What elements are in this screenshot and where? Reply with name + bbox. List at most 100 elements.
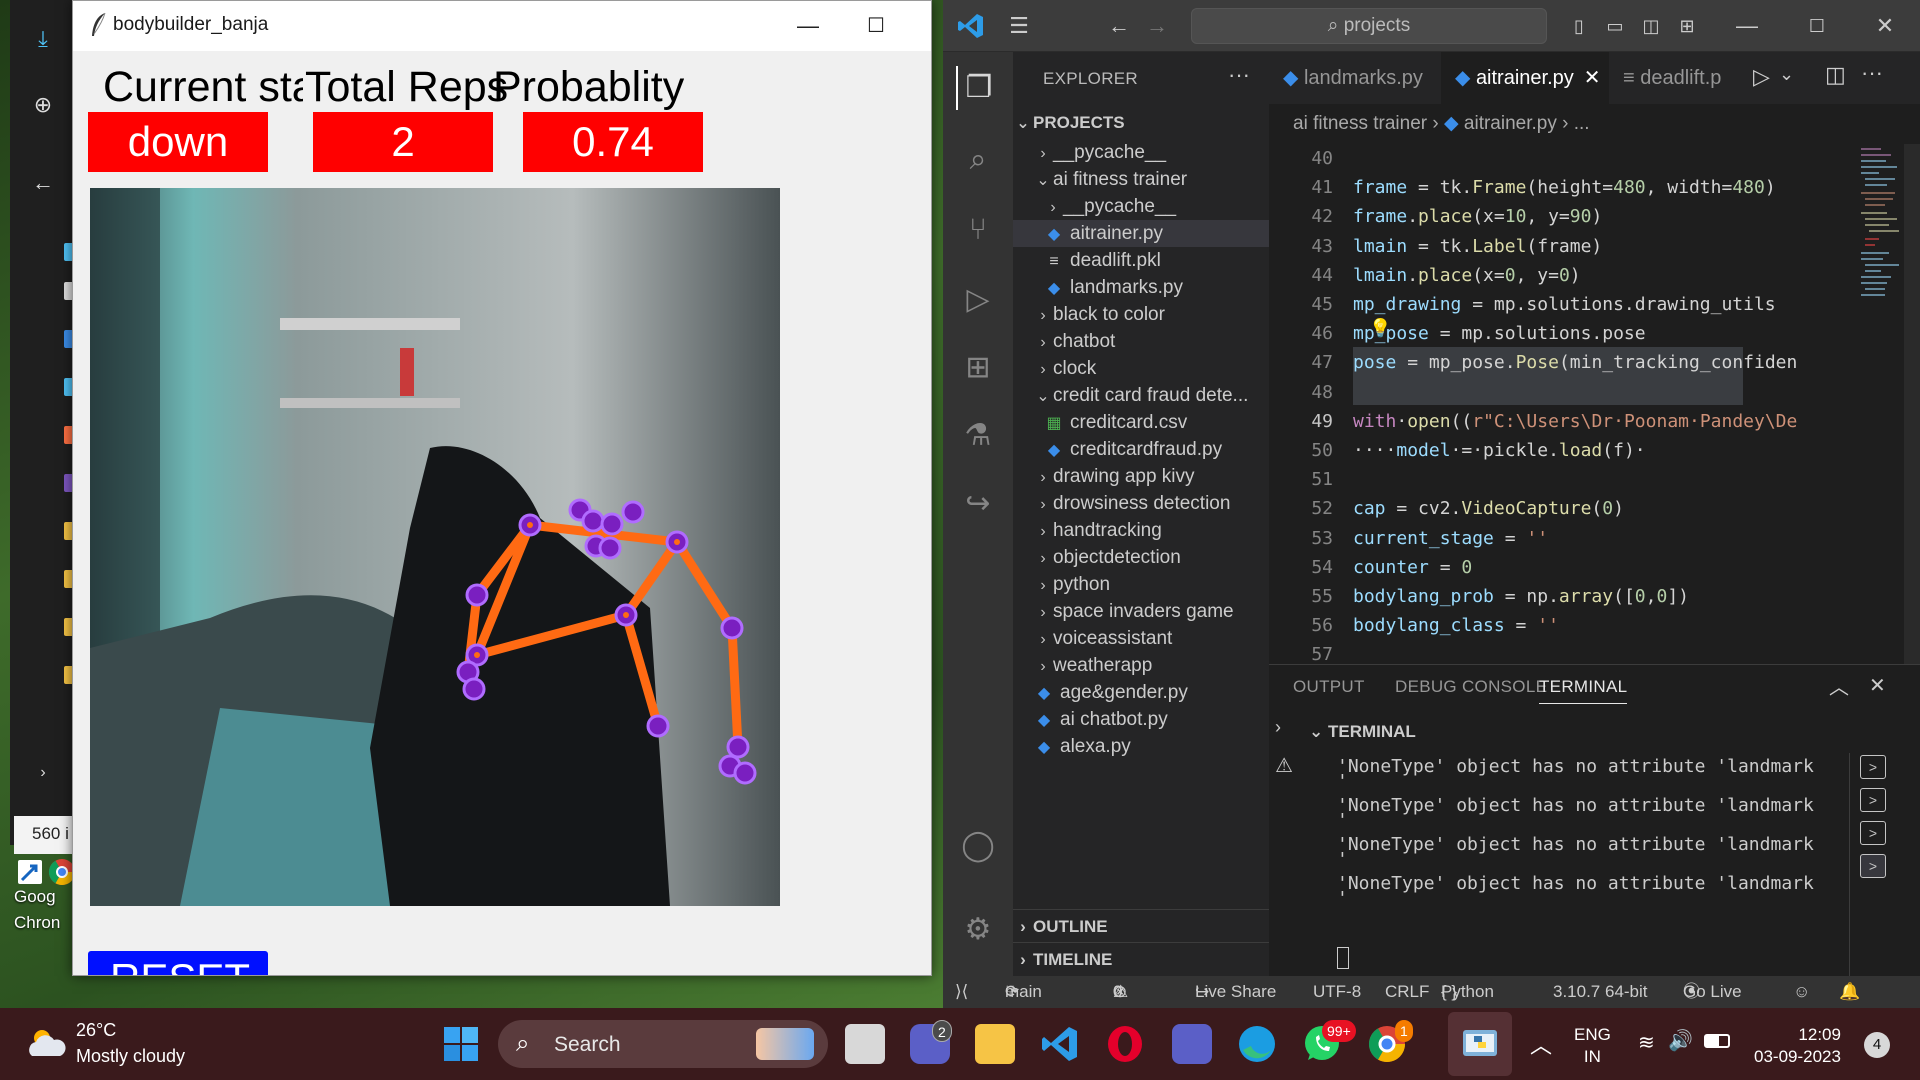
tree-file[interactable]: ◆ aitrainer.py — [1013, 220, 1269, 247]
vscode-titlebar[interactable]: ☰ ← → ⌕ projects ▯ ▭ ◫ ⊞ — ☐ ✕ — [943, 0, 1920, 52]
edge-icon[interactable] — [1237, 1024, 1277, 1064]
explorer-icon[interactable]: ❐ — [956, 66, 1000, 110]
windows-start-icon[interactable] — [443, 1026, 479, 1062]
extensions-icon[interactable]: ⊞ — [956, 346, 1000, 390]
tree-folder[interactable]: › handtracking — [1013, 517, 1269, 544]
tree-folder[interactable]: ⌄ credit card fraud dete... — [1013, 382, 1269, 409]
remote-icon[interactable]: ⟩⟨ — [955, 976, 968, 1008]
close-icon[interactable]: ✕ — [919, 11, 931, 41]
more-actions-icon[interactable]: ··· — [1228, 62, 1250, 88]
tree-folder[interactable]: › drawing app kivy — [1013, 463, 1269, 490]
customize-layout-icon[interactable]: ⊞ — [1671, 10, 1703, 42]
live-share-icon[interactable]: ↪ — [956, 482, 1000, 526]
search-icon[interactable]: ⌕ — [956, 138, 1000, 182]
close-panel-icon[interactable]: ✕ — [1869, 673, 1886, 698]
clock[interactable]: 12:09 03-09-2023 — [1754, 1024, 1841, 1068]
minimize-icon[interactable]: — — [1731, 10, 1763, 42]
tree-folder[interactable]: › space invaders game — [1013, 598, 1269, 625]
settings-gear-icon[interactable]: ⚙ — [956, 908, 1000, 952]
chrome-shortcut-icon[interactable] — [18, 856, 74, 886]
volume-icon[interactable]: 🔊 — [1668, 1028, 1693, 1053]
account-icon[interactable]: ◯ — [956, 824, 1000, 868]
eol-status[interactable]: CRLF — [1385, 976, 1429, 1008]
tree-folder[interactable]: › objectdetection — [1013, 544, 1269, 571]
tree-folder[interactable]: › clock — [1013, 355, 1269, 382]
source-control-icon[interactable]: ⑂ — [956, 208, 1000, 252]
terminal-instance-icon[interactable]: > — [1860, 854, 1886, 878]
menu-icon[interactable]: ☰ — [1003, 10, 1035, 42]
task-view-icon[interactable] — [845, 1024, 885, 1064]
vscode-window[interactable]: ☰ ← → ⌕ projects ▯ ▭ ◫ ⊞ — ☐ ✕ ❐ ⌕ ⑂ ▷ ⊞… — [943, 0, 1920, 1008]
tree-file[interactable]: ◆ creditcardfraud.py — [1013, 436, 1269, 463]
file-explorer-icon[interactable] — [975, 1024, 1015, 1064]
chevron-down-icon[interactable]: ⌄ — [1779, 64, 1794, 85]
teams-icon[interactable] — [1172, 1024, 1212, 1064]
python-tk-icon[interactable] — [1460, 1024, 1500, 1064]
tree-folder[interactable]: › chatbot — [1013, 328, 1269, 355]
terminal-header[interactable]: ⌄ TERMINAL — [1309, 722, 1416, 742]
weather-description[interactable]: Mostly cloudy — [76, 1046, 185, 1067]
toggle-sidebar-icon[interactable]: ▯ — [1563, 10, 1595, 42]
back-arrow-icon[interactable]: ← — [32, 172, 54, 194]
more-actions-icon[interactable]: ··· — [1861, 60, 1883, 86]
tree-folder[interactable]: › drowsiness detection — [1013, 490, 1269, 517]
editor-scrollbar[interactable] — [1904, 144, 1920, 664]
run-file-icon[interactable]: ▷ — [1753, 64, 1770, 90]
opera-icon[interactable] — [1105, 1024, 1145, 1064]
breadcrumb-symbol[interactable]: ... — [1574, 113, 1590, 134]
tree-folder[interactable]: › weatherapp — [1013, 652, 1269, 679]
chevron-up-icon[interactable]: ︿ — [1530, 1028, 1552, 1060]
tree-file[interactable]: ◆ landmarks.py — [1013, 274, 1269, 301]
language-indicator[interactable]: ENG IN — [1574, 1024, 1611, 1068]
terminal-instance-icon[interactable]: > — [1860, 821, 1886, 845]
tree-folder[interactable]: › python — [1013, 571, 1269, 598]
maximize-icon[interactable]: ☐ — [853, 11, 899, 41]
tab-landmarks[interactable]: ◆ landmarks.py — [1269, 52, 1441, 104]
weather-temperature[interactable]: 26°C — [76, 1020, 116, 1041]
tk-titlebar[interactable]: bodybuilder_banja — ☐ ✕ — [73, 1, 931, 51]
tree-folder[interactable]: ⌄ ai fitness trainer — [1013, 166, 1269, 193]
minimize-icon[interactable]: — — [785, 11, 831, 41]
taskbar-search[interactable]: ⌕ Search — [498, 1020, 828, 1068]
run-debug-icon[interactable]: ▷ — [956, 278, 1000, 322]
split-editor-icon[interactable]: ◫ — [1825, 62, 1846, 88]
toggle-panel-icon[interactable]: ▭ — [1599, 10, 1631, 42]
chevron-right-icon[interactable]: › — [1275, 717, 1281, 738]
battery-icon[interactable] — [1704, 1034, 1730, 1048]
background-explorer-window[interactable]: ⤓ ⊕ ← › — [10, 0, 80, 845]
tab-deadlift[interactable]: ≡ deadlift.p — [1609, 52, 1749, 104]
terminal-instance-icon[interactable]: > — [1860, 755, 1886, 779]
tree-file[interactable]: ◆ ai chatbot.py — [1013, 706, 1269, 733]
close-icon[interactable]: ✕ — [1584, 67, 1601, 89]
account-feedback-icon[interactable]: ☺ — [1793, 976, 1810, 1008]
notification-center-badge[interactable]: 4 — [1864, 1032, 1890, 1058]
maximize-panel-icon[interactable]: ︿ — [1829, 671, 1849, 700]
tk-app-window[interactable]: bodybuilder_banja — ☐ ✕ Current sta Tota… — [72, 0, 932, 976]
projects-section[interactable]: ⌄ PROJECTS — [1013, 106, 1269, 139]
terminal-instance-icon[interactable]: > — [1860, 788, 1886, 812]
maximize-icon[interactable]: ☐ — [1801, 10, 1833, 42]
tree-folder[interactable]: › black to color — [1013, 301, 1269, 328]
testing-icon[interactable]: ⚗ — [956, 414, 1000, 458]
notifications-bell-icon[interactable]: 🔔 — [1839, 976, 1860, 1008]
tree-file[interactable]: ◆ alexa.py — [1013, 733, 1269, 760]
tab-terminal[interactable]: TERMINAL — [1539, 677, 1628, 704]
breadcrumb-folder[interactable]: ai fitness trainer — [1293, 113, 1427, 134]
outline-section[interactable]: › OUTLINE — [1013, 909, 1269, 942]
add-icon[interactable]: ⊕ — [32, 94, 54, 116]
desktop-shortcut-label[interactable]: Goog Chron — [14, 884, 80, 936]
tab-output[interactable]: OUTPUT — [1293, 677, 1365, 697]
vscode-taskbar-icon[interactable] — [1040, 1024, 1080, 1064]
tree-file[interactable]: ◆ age&gender.py — [1013, 679, 1269, 706]
code-editor[interactable]: 💡 40 41 frame = tk.Frame(height=480, width… — [1269, 144, 1920, 664]
command-center-search[interactable]: ⌕ projects — [1191, 8, 1547, 44]
timeline-section[interactable]: › TIMELINE — [1013, 942, 1269, 975]
chevron-right-icon[interactable]: › — [32, 762, 54, 784]
close-icon[interactable]: ✕ — [1869, 10, 1901, 42]
toggle-secondary-sidebar-icon[interactable]: ◫ — [1635, 10, 1667, 42]
minimap[interactable] — [1859, 144, 1904, 344]
download-icon[interactable]: ⤓ — [32, 28, 54, 50]
reset-button[interactable]: RESET — [88, 951, 268, 975]
cloud-icon[interactable] — [26, 1026, 66, 1060]
interpreter-status[interactable]: 3.10.7 64-bit — [1553, 976, 1648, 1008]
